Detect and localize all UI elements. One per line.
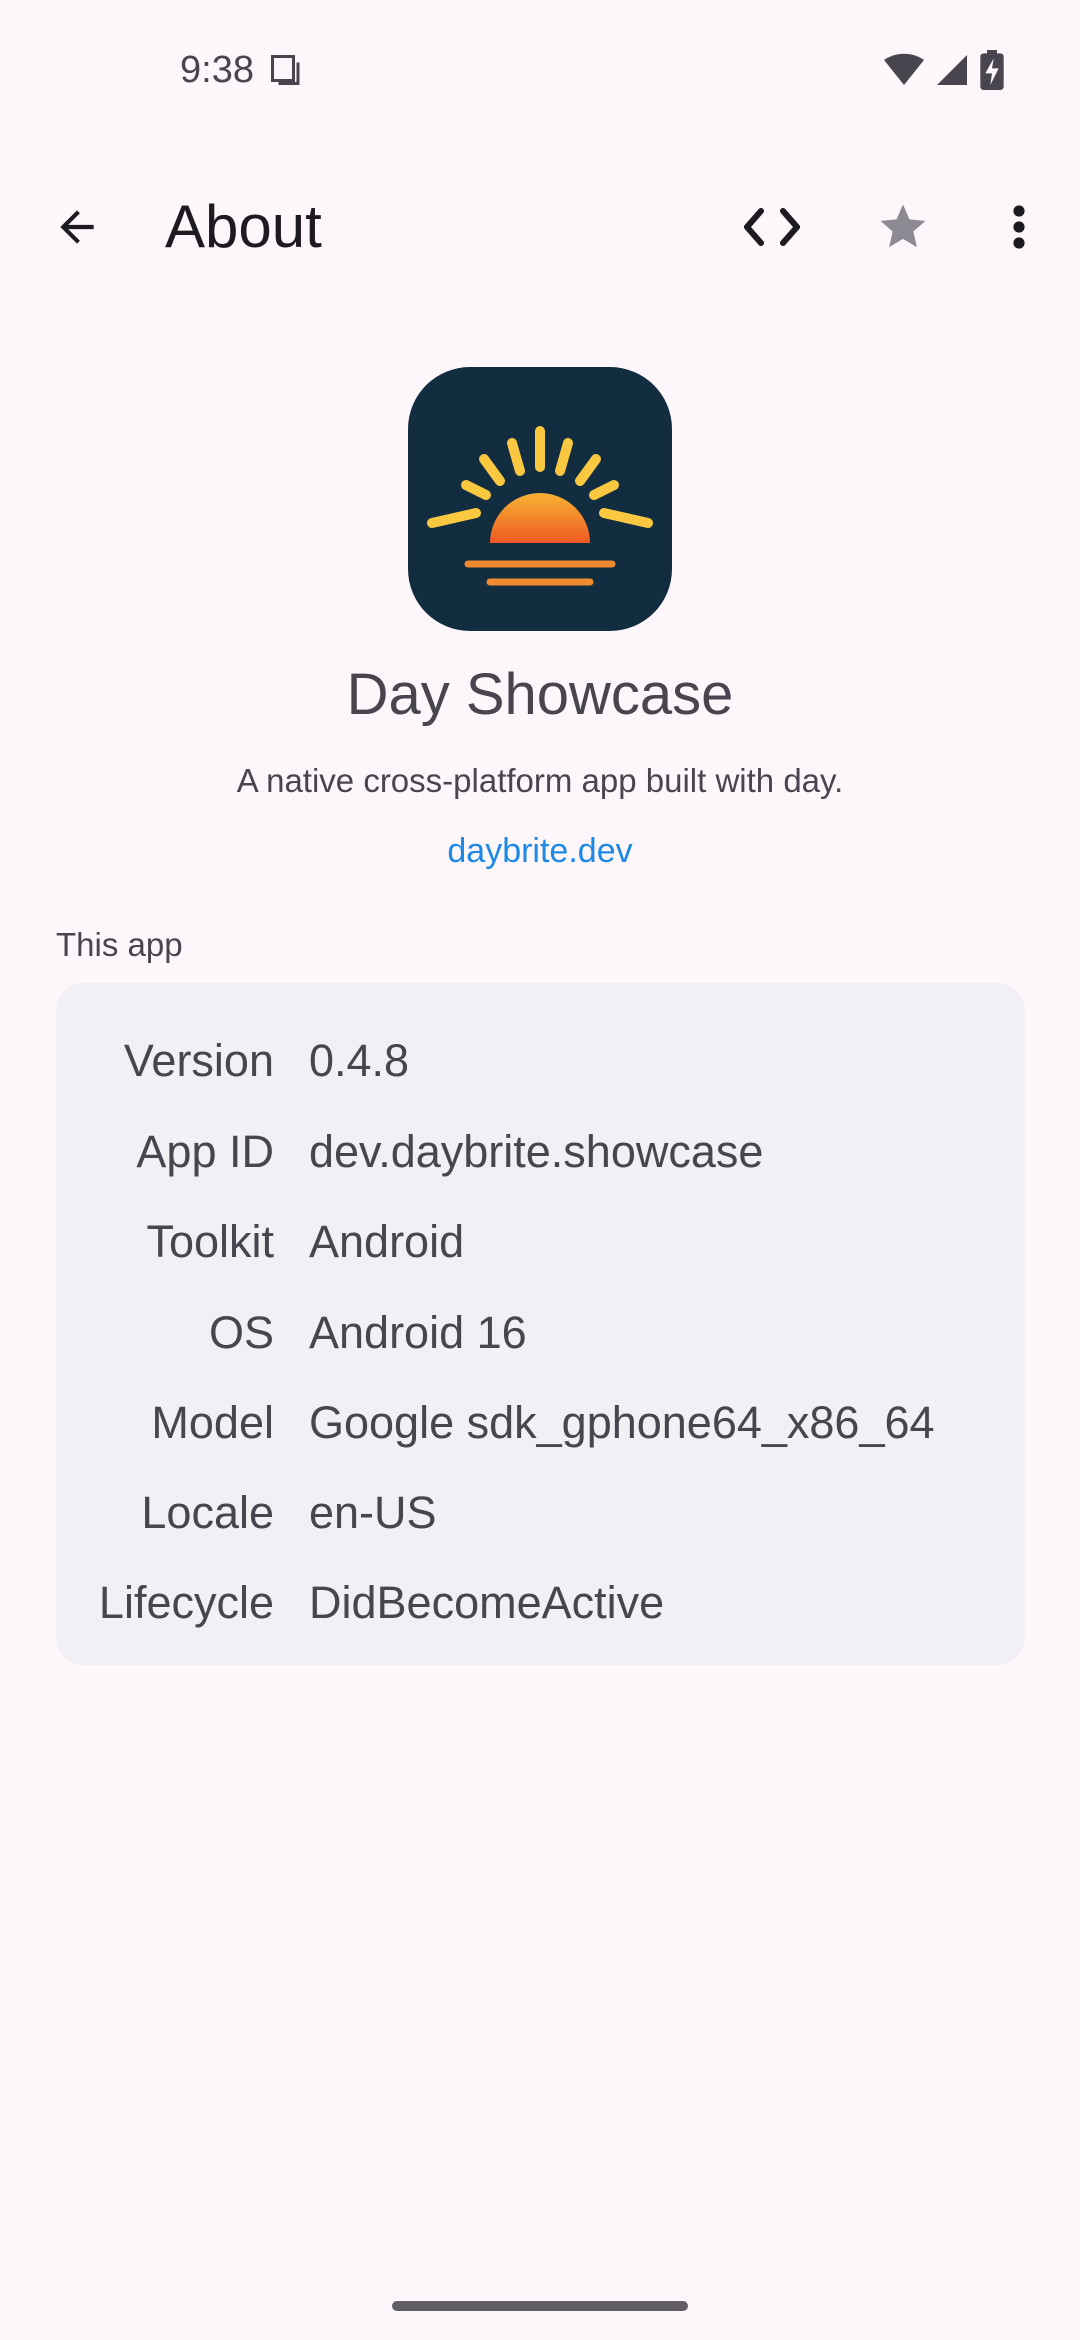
code-icon <box>744 208 800 246</box>
info-value: Android 16 <box>309 1307 527 1358</box>
info-value: dev.daybrite.showcase <box>309 1126 764 1177</box>
favorite-button[interactable] <box>866 190 940 264</box>
app-info-card: Version 0.4.8 App ID dev.daybrite.showca… <box>56 983 1025 1665</box>
info-row-model: Model Google sdk_gphone64_x86_64 <box>56 1393 1025 1453</box>
arrow-back-icon <box>60 210 94 244</box>
info-row-version: Version 0.4.8 <box>56 1031 1025 1091</box>
star-icon <box>880 204 926 248</box>
gesture-nav-bar[interactable] <box>392 2301 688 2311</box>
battery-charging-icon <box>980 50 1004 90</box>
info-key: Model <box>151 1397 274 1448</box>
more-vert-icon <box>1013 205 1025 249</box>
info-value: Google sdk_gphone64_x86_64 <box>309 1397 935 1448</box>
app-name: Day Showcase <box>346 662 734 727</box>
status-bar: 9:38 <box>0 0 1080 140</box>
app-description: A native cross-platform app built with d… <box>236 762 844 799</box>
info-row-toolkit: Toolkit Android <box>56 1212 1025 1272</box>
info-value: DidBecomeActive <box>309 1577 665 1628</box>
wifi-icon <box>884 53 924 85</box>
view-source-button[interactable] <box>733 190 811 264</box>
info-key: Version <box>123 1035 274 1086</box>
info-row-app-id: App ID dev.daybrite.showcase <box>56 1122 1025 1182</box>
page-title: About <box>165 193 322 260</box>
info-key: OS <box>208 1307 274 1358</box>
info-value: Android <box>309 1216 465 1267</box>
info-value: 0.4.8 <box>309 1035 410 1086</box>
info-row-os: OS Android 16 <box>56 1303 1025 1363</box>
info-row-lifecycle: Lifecycle DidBecomeActive <box>56 1573 1025 1633</box>
sunrise-logo-icon <box>427 426 653 586</box>
info-value: en-US <box>309 1487 437 1538</box>
status-icons <box>884 50 1004 90</box>
info-key: Toolkit <box>146 1216 274 1267</box>
more-options-button[interactable] <box>982 190 1056 264</box>
app-logo <box>408 367 672 631</box>
info-key: Lifecycle <box>98 1577 274 1628</box>
top-app-bar: About <box>0 170 1080 280</box>
status-time: 9:38 <box>180 49 254 91</box>
website-link[interactable]: daybrite.dev <box>0 830 1080 872</box>
document-icon <box>271 55 300 85</box>
info-row-locale: Locale en-US <box>56 1483 1025 1543</box>
back-button[interactable] <box>40 190 114 264</box>
section-label: This app <box>56 926 183 963</box>
info-key: Locale <box>141 1487 274 1538</box>
info-key: App ID <box>136 1126 274 1177</box>
cellular-icon <box>937 55 967 85</box>
